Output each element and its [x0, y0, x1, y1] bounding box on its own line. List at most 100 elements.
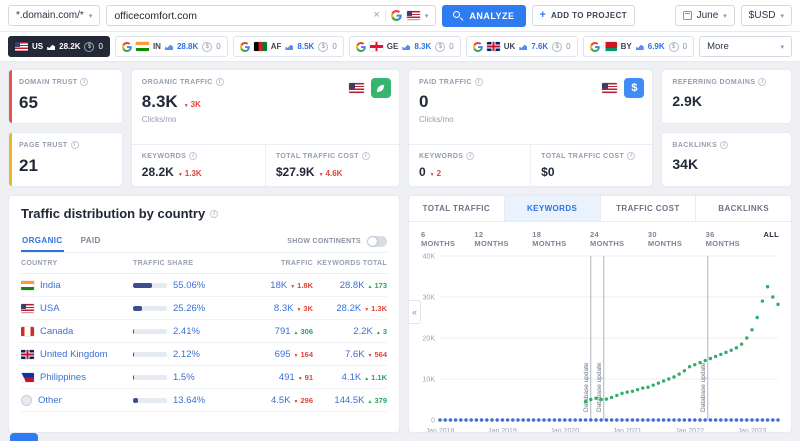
- divider: [384, 9, 386, 22]
- country-traffic-value: 6.9K: [647, 42, 665, 51]
- info-icon[interactable]: [720, 141, 729, 149]
- tab-backlinks[interactable]: BACKLINKS: [696, 196, 791, 221]
- paid-traffic-unit: Clicks/mo: [418, 115, 454, 124]
- info-icon[interactable]: [758, 78, 767, 86]
- more-countries-select[interactable]: More ▾: [699, 36, 792, 57]
- paid-dollar-icon: $: [318, 41, 329, 52]
- keywords-value[interactable]: 28.8K: [340, 280, 365, 291]
- country-tab-af[interactable]: AF 8.5K $ 0: [232, 36, 344, 57]
- chevron-down-icon[interactable]: ▾: [425, 12, 429, 20]
- country-link[interactable]: Other: [38, 395, 62, 406]
- traffic-value[interactable]: 18K: [270, 280, 287, 291]
- country-link[interactable]: Philippines: [40, 372, 86, 383]
- add-to-project-button[interactable]: + ADD TO PROJECT: [531, 5, 636, 26]
- column-country[interactable]: COUNTRY: [21, 260, 133, 267]
- country-tab-ge[interactable]: GE 8.3K $ 0: [348, 36, 461, 57]
- country-link[interactable]: India: [40, 280, 61, 291]
- range-24-months[interactable]: 24 MONTHS: [590, 230, 635, 248]
- share-value: 55.06%: [173, 279, 206, 291]
- keywords-value[interactable]: 7.6K: [345, 349, 365, 360]
- traffic-delta: 164: [294, 350, 313, 359]
- column-traffic[interactable]: TRAFFIC: [237, 260, 313, 267]
- range-30-months[interactable]: 30 MONTHS: [648, 230, 693, 248]
- domain-search-input[interactable]: [114, 9, 369, 22]
- info-icon[interactable]: [70, 141, 79, 149]
- domain-scope-value: *.domain.com/*: [16, 10, 84, 21]
- country-paid-value: 0: [332, 42, 337, 51]
- traffic-value[interactable]: 491: [279, 372, 295, 383]
- show-continents-toggle[interactable]: [367, 235, 387, 247]
- keywords-value[interactable]: 2.2K: [353, 326, 373, 337]
- country-tab-in[interactable]: IN 28.8K $ 0: [114, 36, 228, 57]
- traffic-chart-icon: [47, 44, 56, 50]
- traffic-value[interactable]: 695: [275, 349, 291, 360]
- tab-paid[interactable]: PAID: [80, 230, 102, 252]
- clear-icon[interactable]: ×: [373, 10, 379, 21]
- traffic-chart-icon: [285, 44, 294, 50]
- collapse-panel-button[interactable]: «: [409, 299, 421, 324]
- more-label: More: [707, 41, 729, 52]
- tab-organic[interactable]: ORGANIC: [21, 230, 64, 252]
- traffic-cost-label: TOTAL TRAFFIC COST: [275, 152, 359, 160]
- analyze-button[interactable]: ANALYZE: [442, 4, 526, 27]
- country-link[interactable]: USA: [40, 303, 60, 314]
- keywords-value[interactable]: 28.2K: [336, 303, 361, 314]
- page-trust-label: PAGE TRUST: [19, 141, 68, 149]
- paid-dollar-icon: $: [552, 41, 563, 52]
- info-icon[interactable]: [210, 209, 219, 218]
- svg-text:Jan 2018: Jan 2018: [426, 428, 455, 433]
- google-icon: [391, 10, 402, 21]
- currency-select[interactable]: $USD ▾: [740, 5, 792, 26]
- info-icon[interactable]: [215, 78, 224, 86]
- range-36-months[interactable]: 36 MONTHS: [706, 230, 751, 248]
- range-all[interactable]: ALL: [763, 230, 778, 248]
- info-icon[interactable]: [80, 78, 89, 86]
- scrollbar-thumb[interactable]: [10, 433, 38, 441]
- info-icon[interactable]: [189, 152, 198, 160]
- chevron-down-icon: ▾: [88, 12, 93, 20]
- domain-scope-select[interactable]: *.domain.com/* ▾: [8, 5, 101, 26]
- range-6-months[interactable]: 6 MONTHS: [421, 230, 461, 248]
- month-select[interactable]: June ▾: [674, 5, 735, 26]
- share-value: 1.5%: [173, 371, 195, 383]
- info-icon[interactable]: [466, 152, 475, 160]
- range-12-months[interactable]: 12 MONTHS: [474, 230, 519, 248]
- traffic-delta: 306: [294, 327, 313, 336]
- summary-row: DOMAIN TRUST 65 PAGE TRUST 21 ORGANIC TR…: [8, 69, 792, 187]
- traffic-value[interactable]: 8.3K: [274, 303, 294, 314]
- tab-keywords[interactable]: KEYWORDS: [504, 196, 601, 221]
- country-link[interactable]: Canada: [40, 326, 73, 337]
- google-icon: [356, 42, 366, 52]
- country-tab-uk[interactable]: UK 7.6K $ 0: [465, 36, 578, 57]
- country-traffic-value: 7.6K: [531, 42, 549, 51]
- tab-traffic-cost[interactable]: TRAFFIC COST: [601, 196, 697, 221]
- country-link[interactable]: United Kingdom: [40, 349, 108, 360]
- svg-text:Jan 2023: Jan 2023: [738, 428, 767, 433]
- country-traffic-value: 8.3K: [414, 42, 432, 51]
- country-tab-us[interactable]: US 28.2K $ 0: [8, 36, 110, 57]
- domain-search-field[interactable]: × ▾: [106, 5, 437, 26]
- info-icon[interactable]: [627, 152, 636, 160]
- keywords-delta: 379: [368, 396, 387, 405]
- column-keywords-total[interactable]: KEYWORDS TOTAL: [313, 260, 387, 267]
- share-bar: [133, 328, 167, 334]
- share-bar: [133, 305, 167, 311]
- keywords-delta: 1.1K: [364, 373, 387, 382]
- keywords-value[interactable]: 4.1K: [342, 372, 362, 383]
- range-18-months[interactable]: 18 MONTHS: [532, 230, 577, 248]
- info-icon[interactable]: [361, 152, 370, 160]
- svg-text:Jan 2020: Jan 2020: [550, 428, 579, 433]
- tab-total-traffic[interactable]: TOTAL TRAFFIC: [409, 196, 505, 221]
- share-value: 25.26%: [173, 302, 206, 314]
- column-traffic-share[interactable]: TRAFFIC SHARE: [133, 260, 237, 267]
- table-row: India 55.06% 18K1.8K 28.8K173: [21, 274, 387, 297]
- keywords-delta: 1.3K: [364, 304, 387, 313]
- country-tab-by[interactable]: BY 6.9K $ 0: [582, 36, 695, 57]
- organic-traffic-value: 8.3K: [141, 92, 178, 111]
- keywords-value[interactable]: 144.5K: [334, 395, 364, 406]
- info-icon[interactable]: [474, 78, 483, 86]
- traffic-value[interactable]: 791: [275, 326, 291, 337]
- afghanistan-flag-icon: [253, 42, 267, 51]
- traffic-value[interactable]: 4.5K: [271, 395, 291, 406]
- keywords-delta: 173: [368, 281, 387, 290]
